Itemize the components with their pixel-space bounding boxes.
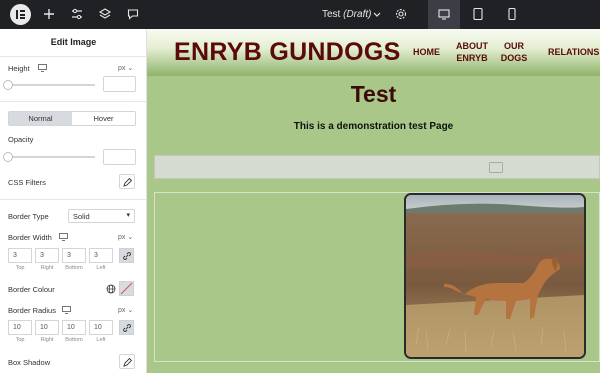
caption-left: Left [96, 265, 106, 271]
colour-picker-swatch[interactable] [119, 281, 134, 296]
panel-title: Edit Image [50, 37, 97, 47]
chevron-down-icon[interactable] [370, 7, 384, 21]
document-title-text: Test [322, 9, 341, 20]
border-radius-bottom-input[interactable]: 10 [62, 320, 86, 335]
caption-top: Top [15, 337, 25, 343]
border-radius-link-button[interactable] [119, 320, 134, 335]
opacity-input[interactable] [103, 149, 136, 165]
responsive-desktop-icon[interactable] [38, 64, 47, 72]
border-width-unit-select[interactable]: px ⌄ [118, 233, 133, 241]
responsive-desktop-icon[interactable] [62, 306, 71, 314]
border-type-value: Solid [73, 212, 90, 221]
editor-top-bar: Test (Draft) [0, 0, 600, 29]
divider [0, 199, 147, 200]
height-input[interactable] [103, 76, 136, 92]
border-width-label: Border Width [8, 233, 52, 242]
layers-icon[interactable] [98, 7, 112, 21]
caption-bottom: Bottom [65, 265, 83, 271]
site-header: ENRYB GUNDOGS HOME ABOUT ENRYB OUR DOGS … [147, 29, 600, 76]
border-width-left-input[interactable]: 3 [89, 248, 113, 263]
border-colour-label: Border Colour [8, 285, 55, 294]
edit-image-panel: Edit Image Height px ⌄ Normal Hover Opac… [0, 29, 147, 373]
border-radius-unit-select[interactable]: px ⌄ [118, 306, 133, 314]
height-slider-handle[interactable] [3, 80, 13, 90]
nav-home[interactable]: HOME [413, 46, 440, 58]
tab-hover[interactable]: Hover [72, 112, 135, 125]
border-width-top-input[interactable]: 3 [8, 248, 32, 263]
page-title: Test [350, 81, 397, 107]
nav-our-dogs[interactable]: OUR DOGS [500, 40, 528, 64]
border-width-bottom-input[interactable]: 3 [62, 248, 86, 263]
nav-relations[interactable]: RELATIONS [548, 46, 599, 58]
no-colour-icon [120, 282, 133, 295]
image-icon [489, 162, 503, 173]
state-tabs: Normal Hover [8, 111, 136, 126]
border-type-select[interactable]: Solid ▾ [68, 209, 135, 223]
caption-left: Left [96, 337, 106, 343]
page-preview: ENRYB GUNDOGS HOME ABOUT ENRYB OUR DOGS … [147, 29, 600, 373]
border-radius-label: Border Radius [8, 306, 56, 315]
border-radius-right-input[interactable]: 10 [35, 320, 59, 335]
page-subtitle: This is a demonstration test Page [293, 121, 454, 132]
height-unit-select[interactable]: px ⌄ [118, 64, 133, 72]
border-radius-top-input[interactable]: 10 [8, 320, 32, 335]
caption-right: Right [40, 337, 54, 343]
dog-image [406, 195, 584, 357]
nav-about[interactable]: ABOUT ENRYB [453, 40, 491, 64]
mobile-icon[interactable] [505, 7, 519, 21]
globe-icon [106, 284, 116, 294]
opacity-label: Opacity [8, 135, 34, 144]
border-width-right-input[interactable]: 3 [35, 248, 59, 263]
document-title[interactable]: Test (Draft) [322, 9, 371, 20]
border-width-link-button[interactable] [119, 248, 134, 263]
divider [0, 101, 147, 102]
document-status: (Draft) [343, 9, 372, 20]
elementor-logo-icon[interactable] [10, 4, 31, 25]
image-placeholder[interactable] [154, 155, 600, 179]
box-shadow-label: Box Shadow [8, 358, 51, 367]
comment-icon[interactable] [126, 7, 140, 21]
link-icon [123, 324, 131, 332]
tab-normal[interactable]: Normal [9, 112, 72, 125]
height-slider-track[interactable] [8, 84, 95, 86]
responsive-desktop-icon[interactable] [59, 233, 68, 241]
height-label: Height [8, 64, 30, 73]
chevron-down-icon: ▾ [126, 212, 130, 219]
caption-bottom: Bottom [65, 337, 83, 343]
sliders-icon[interactable] [70, 7, 84, 21]
css-filters-edit-button[interactable] [119, 174, 135, 189]
gear-icon[interactable] [394, 7, 408, 21]
border-radius-left-input[interactable]: 10 [89, 320, 113, 335]
global-colour-button[interactable] [103, 281, 119, 296]
tablet-icon[interactable] [471, 7, 485, 21]
box-shadow-edit-button[interactable] [119, 354, 135, 369]
link-icon [123, 252, 131, 260]
pencil-icon [123, 358, 132, 367]
divider [0, 56, 147, 57]
opacity-slider-track[interactable] [8, 156, 95, 158]
css-filters-label: CSS Filters [8, 178, 46, 187]
site-title[interactable]: ENRYB GUNDOGS [174, 38, 401, 67]
desktop-icon[interactable] [437, 7, 451, 21]
caption-right: Right [40, 265, 54, 271]
caption-top: Top [15, 265, 25, 271]
pencil-icon [123, 178, 132, 187]
border-type-label: Border Type [8, 212, 49, 221]
dog-photo[interactable] [404, 193, 586, 359]
plus-icon[interactable] [42, 7, 56, 21]
opacity-slider-handle[interactable] [3, 152, 13, 162]
